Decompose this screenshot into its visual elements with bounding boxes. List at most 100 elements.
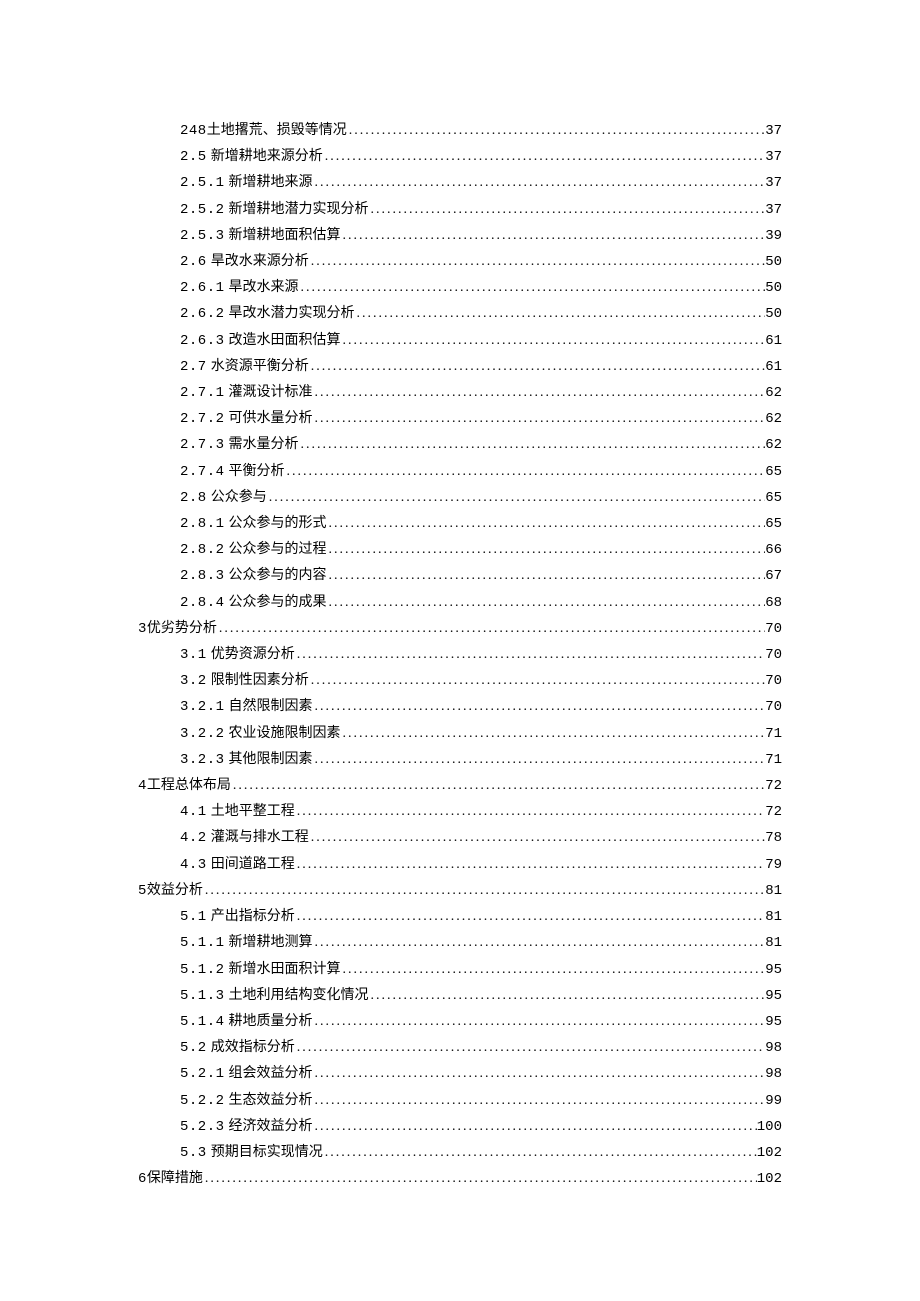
toc-entry-label: 旱改水潜力实现分析 (225, 301, 355, 326)
toc-entry-label: 新增耕地潜力实现分析 (225, 197, 369, 222)
toc-leader-dots (341, 957, 766, 982)
toc-entry-page: 62 (765, 433, 782, 458)
toc-entry-page: 70 (765, 669, 782, 694)
toc-entry-number: 4.2 (180, 826, 207, 851)
toc-leader-dots (309, 249, 765, 274)
toc-entry-page: 71 (765, 748, 782, 773)
toc-entry-page: 79 (765, 853, 782, 878)
toc-entry: 3.1优势资源分析70 (138, 642, 782, 668)
toc-entry: 5.1产出指标分析81 (138, 904, 782, 930)
toc-entry-label: 优势资源分析 (207, 642, 295, 667)
toc-leader-dots (347, 118, 765, 143)
toc-entry-page: 65 (765, 486, 782, 511)
toc-entry-page: 70 (765, 617, 782, 642)
toc-entry-number: 5.1.1 (180, 931, 225, 956)
toc-entry-page: 98 (765, 1036, 782, 1061)
toc-entry-number: 2.8.3 (180, 564, 225, 589)
toc-entry-label: 公众参与的成果 (225, 590, 327, 615)
toc-leader-dots (203, 1166, 757, 1191)
toc-entry-number: 5.1 (180, 905, 207, 930)
toc-entry-label: 灌溉与排水工程 (207, 825, 309, 850)
toc-entry-page: 95 (765, 958, 782, 983)
toc-entry-label: 保障措施 (147, 1166, 203, 1191)
toc-entry-page: 39 (765, 224, 782, 249)
toc-entry-page: 78 (765, 826, 782, 851)
toc-entry-label: 可供水量分析 (225, 406, 313, 431)
toc-leader-dots (341, 721, 766, 746)
toc-entry-label: 新增水田面积计算 (225, 957, 341, 982)
toc-entry-number: 4.3 (180, 853, 207, 878)
toc-entry: 6保障措施102 (138, 1166, 782, 1192)
toc-entry-number: 5.1.3 (180, 984, 225, 1009)
toc-entry-page: 37 (765, 119, 782, 144)
toc-entry-label: 耕地质量分析 (225, 1009, 313, 1034)
toc-entry: 5.2.3经济效益分析100 (138, 1114, 782, 1140)
toc-entry-label: 土地利用结构变化情况 (225, 983, 369, 1008)
toc-leader-dots (313, 1114, 757, 1139)
toc-entry-page: 66 (765, 538, 782, 563)
toc-entry-number: 3.2 (180, 669, 207, 694)
toc-entry: 2.6.1旱改水来源50 (138, 275, 782, 301)
toc-entry-label: 自然限制因素 (225, 694, 313, 719)
toc-leader-dots (323, 144, 765, 169)
toc-leader-dots (295, 799, 765, 824)
toc-entry-page: 81 (765, 931, 782, 956)
toc-entry-number: 2.7 (180, 355, 207, 380)
toc-entry-number: 3.2.2 (180, 722, 225, 747)
toc-entry: 2.5.2新增耕地潜力实现分析37 (138, 197, 782, 223)
toc-entry-page: 65 (765, 460, 782, 485)
toc-entry-page: 61 (765, 329, 782, 354)
toc-entry-label: 新增耕地来源 (225, 170, 313, 195)
toc-entry: 2.5.1新增耕地来源37 (138, 170, 782, 196)
toc-leader-dots (295, 1035, 765, 1060)
toc-entry: 2.8.4公众参与的成果68 (138, 590, 782, 616)
toc-leader-dots (327, 563, 766, 588)
toc-entry-number: 5.2.1 (180, 1062, 225, 1087)
toc-entry-number: 2.7.2 (180, 407, 225, 432)
toc-entry-number: 3 (138, 617, 147, 642)
table-of-contents: 248土地撂荒、损毁等情况372.5新增耕地来源分析372.5.1新增耕地来源3… (138, 118, 782, 1192)
toc-entry-number: 2.5 (180, 145, 207, 170)
toc-entry-label: 公众参与 (207, 485, 267, 510)
toc-entry: 2.7.2可供水量分析 62 (138, 406, 782, 432)
toc-entry-number: 3.2.3 (180, 748, 225, 773)
toc-leader-dots (313, 747, 766, 772)
toc-entry-number: 5 (138, 879, 147, 904)
toc-leader-dots (327, 590, 766, 615)
toc-entry-label: 组会效益分析 (225, 1061, 313, 1086)
toc-entry: 5.2.2生态效益分析99 (138, 1088, 782, 1114)
toc-entry-page: 50 (765, 250, 782, 275)
toc-entry-label: 土地撂荒、损毁等情况 (207, 118, 347, 143)
toc-entry-page: 72 (765, 774, 782, 799)
toc-entry-label: 新增耕地来源分析 (207, 144, 323, 169)
toc-entry-page: 62 (765, 407, 782, 432)
toc-entry-page: 70 (765, 643, 782, 668)
toc-entry-page: 65 (765, 512, 782, 537)
toc-entry-number: 2.5.1 (180, 171, 225, 196)
toc-leader-dots (355, 301, 766, 326)
toc-entry-number: 5.2 (180, 1036, 207, 1061)
toc-entry-label: 限制性因素分析 (207, 668, 309, 693)
toc-entry-page: 95 (765, 984, 782, 1009)
toc-leader-dots (217, 616, 765, 641)
toc-entry-number: 4.1 (180, 800, 207, 825)
toc-entry: 5.1.1新增耕地测算81 (138, 930, 782, 956)
toc-entry-page: 95 (765, 1010, 782, 1035)
toc-entry: 5.1.2新增水田面积计算95 (138, 957, 782, 983)
toc-entry-label: 公众参与的形式 (225, 511, 327, 536)
toc-entry: 5.1.4耕地质量分析95 (138, 1009, 782, 1035)
toc-entry-number: 2.6.2 (180, 302, 225, 327)
toc-entry: 2.5.3新增耕地面积估算39 (138, 223, 782, 249)
toc-entry-label: 公众参与的过程 (225, 537, 327, 562)
toc-entry: 4.2灌溉与排水工程 78 (138, 825, 782, 851)
toc-entry-label: 公众参与的内容 (225, 563, 327, 588)
toc-entry-label: 需水量分析 (225, 432, 299, 457)
toc-entry-page: 37 (765, 145, 782, 170)
toc-entry: 3.2.1自然限制因素70 (138, 694, 782, 720)
toc-entry-label: 灌溉设计标准 (225, 380, 313, 405)
toc-entry: 2.8.2公众参与的过程66 (138, 537, 782, 563)
toc-entry-page: 102 (757, 1167, 782, 1192)
toc-entry-label: 土地平整工程 (207, 799, 295, 824)
toc-entry: 5.3预期目标实现情况102 (138, 1140, 782, 1166)
toc-entry-number: 2.5.2 (180, 198, 225, 223)
